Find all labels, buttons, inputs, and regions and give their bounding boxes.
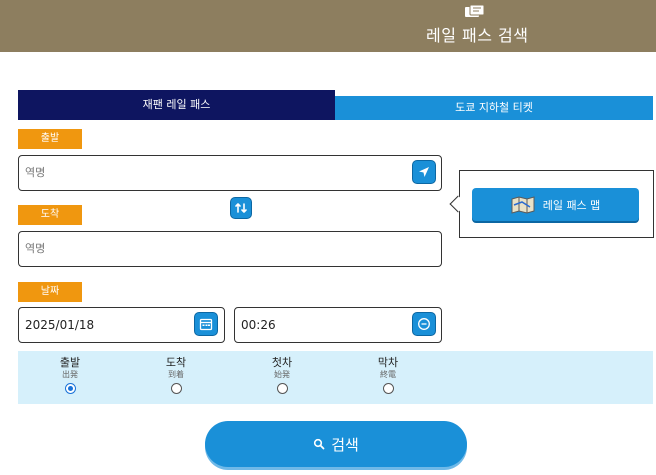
radio-last-train[interactable] <box>382 383 394 394</box>
radio-first-train[interactable] <box>276 383 288 394</box>
tab-tokyo-subway-ticket[interactable]: 도쿄 지하철 티켓 <box>335 96 653 120</box>
calendar-button[interactable] <box>194 312 218 336</box>
option-first-train-label: 첫차 <box>271 356 293 369</box>
arrival-placeholder: 역명 <box>25 242 46 255</box>
page-title: 레일 패스 검색 <box>426 26 529 45</box>
search-button[interactable]: 검색 <box>205 421 467 467</box>
ticket-icon <box>465 4 485 17</box>
time-value: 00:26 <box>241 318 276 332</box>
departure-label: 출발 <box>18 129 82 149</box>
date-value: 2025/01/18 <box>25 318 95 332</box>
option-departure-label: 출발 <box>59 356 81 369</box>
header-bar: 레일 패스 검색 <box>0 0 656 52</box>
arrival-label: 도착 <box>18 205 82 225</box>
time-input[interactable]: 00:26 <box>234 307 442 343</box>
option-arrival-sub: 到着 <box>168 370 184 379</box>
radio-arrival[interactable] <box>170 383 182 394</box>
departure-placeholder: 역명 <box>25 166 46 179</box>
search-icon <box>314 438 325 450</box>
option-first-train-sub: 始発 <box>274 370 290 379</box>
option-arrival-label: 도착 <box>165 356 187 369</box>
time-picker-button[interactable] <box>412 312 436 336</box>
option-departure[interactable]: 출발 出発 <box>40 356 100 394</box>
option-last-train[interactable]: 막차 終電 <box>358 356 418 394</box>
radio-departure[interactable] <box>64 383 76 394</box>
option-departure-sub: 出発 <box>62 370 78 379</box>
search-button-label: 검색 <box>331 435 359 454</box>
tab-japan-rail-pass[interactable]: 재팬 레일 패스 <box>18 90 335 120</box>
option-last-train-label: 막차 <box>377 356 399 369</box>
location-arrow-icon <box>419 167 429 177</box>
option-arrival[interactable]: 도착 到着 <box>146 356 206 394</box>
arrival-input[interactable]: 역명 <box>18 231 442 267</box>
current-location-button[interactable] <box>412 160 436 184</box>
swap-stations-button[interactable] <box>230 197 252 219</box>
swap-icon <box>235 203 247 213</box>
option-last-train-sub: 終電 <box>380 370 396 379</box>
option-first-train[interactable]: 첫차 始発 <box>252 356 312 394</box>
departure-input[interactable]: 역명 <box>18 155 442 191</box>
date-label: 날짜 <box>18 282 82 302</box>
rail-pass-map-button[interactable]: 레일 패스 맵 <box>472 188 639 221</box>
clock-icon <box>418 318 430 330</box>
map-icon <box>511 195 535 214</box>
map-button-label: 레일 패스 맵 <box>542 198 601 212</box>
time-type-options: 출발 出発 도착 到着 첫차 始発 막차 終電 <box>18 351 653 404</box>
calendar-icon <box>199 318 213 331</box>
